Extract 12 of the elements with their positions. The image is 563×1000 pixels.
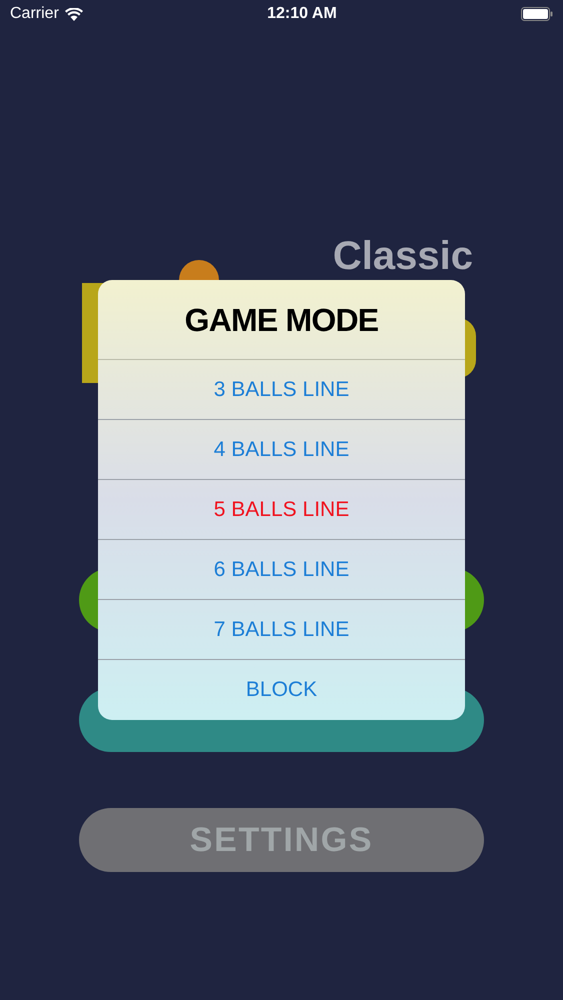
wifi-icon — [64, 8, 83, 20]
mode-option[interactable]: 6 BALLS LINE — [98, 540, 465, 600]
mode-option[interactable]: 3 BALLS LINE — [98, 360, 465, 420]
mode-option[interactable]: 4 BALLS LINE — [98, 420, 465, 480]
clock: 12:10 AM — [267, 4, 337, 24]
battery-icon — [520, 7, 553, 21]
mode-option[interactable]: BLOCK — [98, 660, 465, 720]
dialog-title: GAME MODE — [184, 300, 378, 340]
logo-subtitle: Classic — [332, 233, 473, 280]
mode-option[interactable]: 7 BALLS LINE — [98, 600, 465, 660]
mode-option[interactable]: 5 BALLS LINE — [98, 480, 465, 540]
carrier-label: Carrier — [10, 4, 59, 24]
